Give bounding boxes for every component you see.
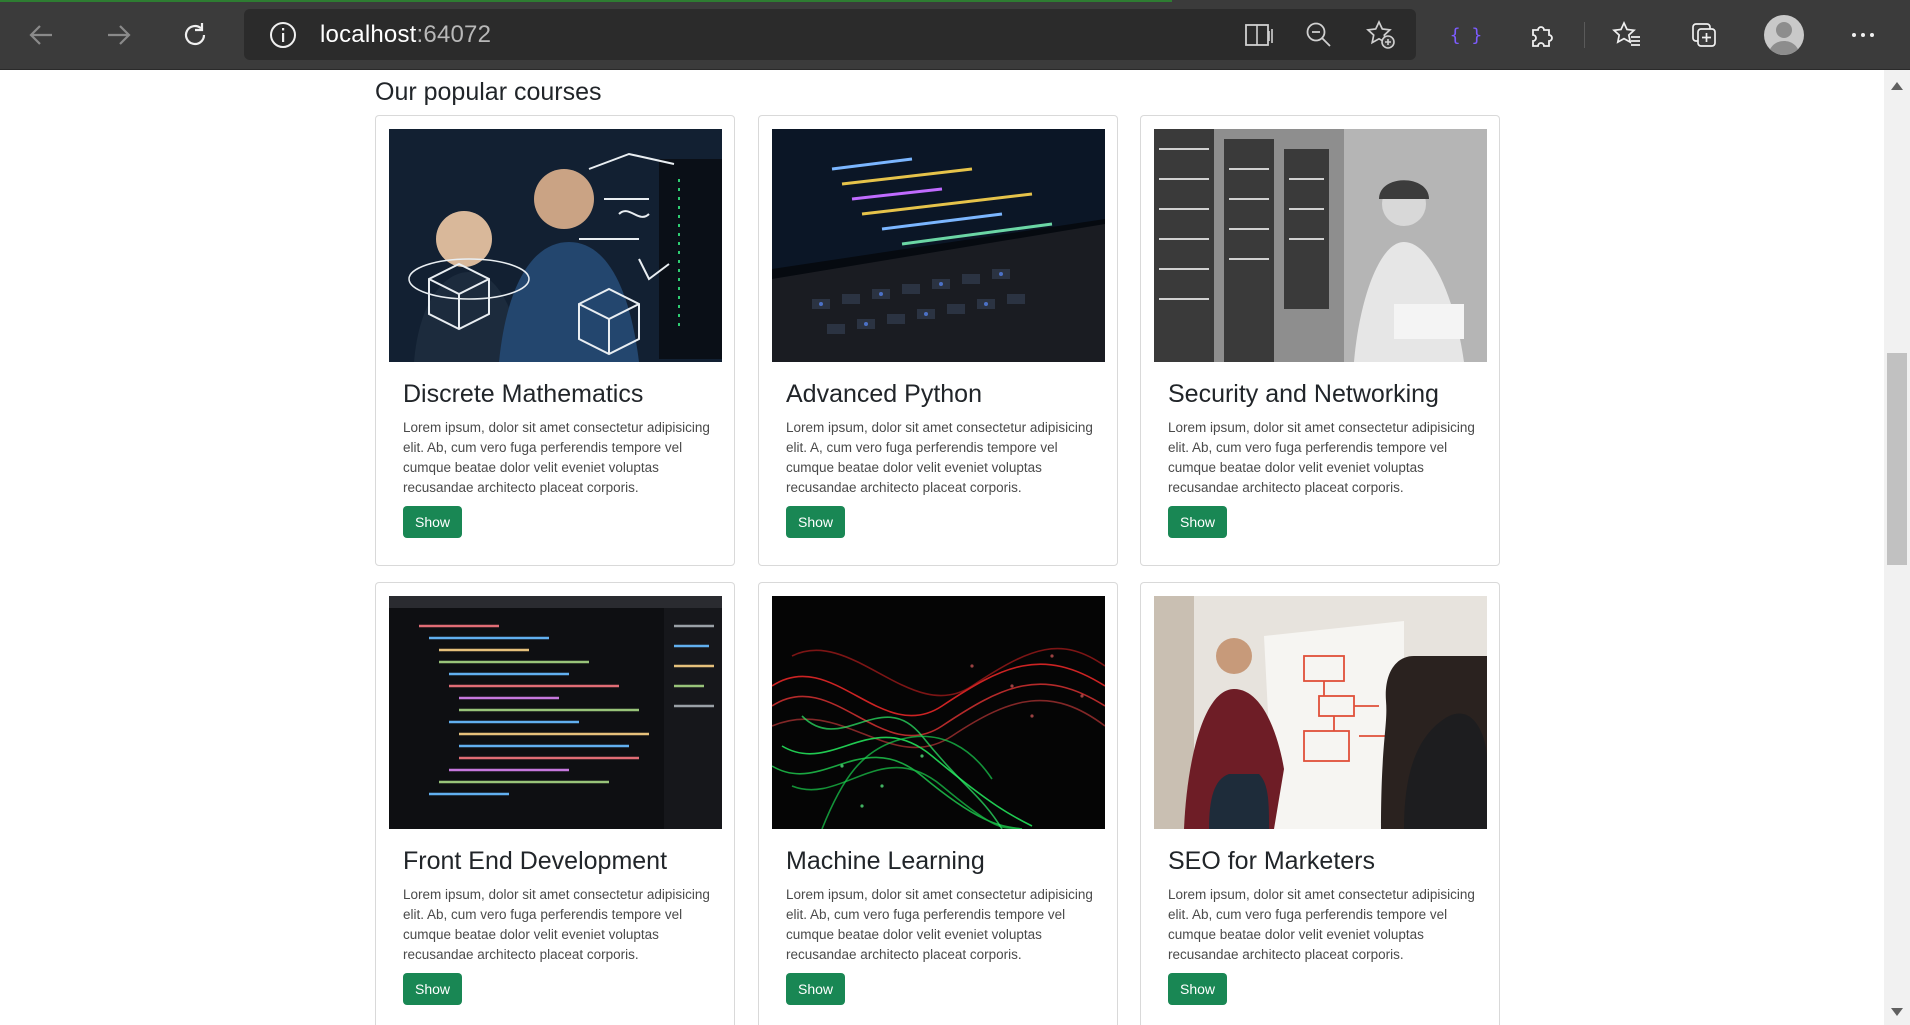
braces-extension-icon[interactable]: { } [1443,14,1489,56]
course-image-seo-marketers [1154,596,1487,829]
reload-icon[interactable] [174,14,216,56]
url-port: :64072 [416,21,492,48]
page-viewport: Our popular courses Discrete Mathematics… [0,70,1884,1025]
forward-arrow-icon[interactable] [98,14,140,56]
course-description: Lorem ipsum, dolor sit amet consectetur … [786,420,1093,495]
puzzle-icon[interactable] [1519,14,1565,56]
read-aloud-icon[interactable] [1238,14,1280,56]
course-title: Discrete Mathematics [403,380,644,408]
course-image-security-networking [1154,129,1487,362]
course-title: Advanced Python [786,380,982,408]
course-card: Front End Development Lorem ipsum, dolor… [375,582,735,1025]
url-host: localhost [320,21,417,48]
toolbar-separator [1584,22,1585,48]
show-course-button[interactable]: Show [1168,973,1228,1005]
show-course-button[interactable]: Show [1168,506,1228,538]
course-card: Security and Networking Lorem ipsum, dol… [1140,115,1500,566]
profile-avatar[interactable] [1764,15,1804,55]
add-favorite-icon[interactable] [1360,14,1402,56]
course-card: Machine Learning Lorem ipsum, dolor sit … [758,582,1118,1025]
collections-icon[interactable] [1681,14,1727,56]
show-course-button[interactable]: Show [403,506,463,538]
browser-toolbar: localhost:64072 { } [0,0,1910,70]
back-arrow-icon[interactable] [20,14,62,56]
zoom-out-icon[interactable] [1298,14,1340,56]
course-image-front-end [389,596,722,829]
section-title: Our popular courses [375,78,602,106]
url-text[interactable]: localhost:64072 [320,21,491,49]
course-title: SEO for Marketers [1168,847,1375,875]
course-card: Discrete Mathematics Lorem ipsum, dolor … [375,115,735,566]
vertical-scrollbar[interactable] [1884,70,1910,1025]
scroll-thumb[interactable] [1887,353,1907,565]
course-image-machine-learning [772,596,1105,829]
course-description: Lorem ipsum, dolor sit amet consectetur … [1168,887,1475,962]
show-course-button[interactable]: Show [786,506,846,538]
scroll-up-arrow[interactable] [1891,82,1903,90]
page-load-progress [0,0,1172,2]
more-menu-icon[interactable] [1840,14,1886,56]
course-title: Front End Development [403,847,668,875]
scroll-down-arrow[interactable] [1891,1008,1903,1016]
favorites-star-icon[interactable] [1604,14,1650,56]
course-title: Security and Networking [1168,380,1439,408]
course-description: Lorem ipsum, dolor sit amet consectetur … [403,420,710,495]
show-course-button[interactable]: Show [403,973,463,1005]
course-description: Lorem ipsum, dolor sit amet consectetur … [1168,420,1475,495]
show-course-button[interactable]: Show [786,973,846,1005]
course-image-advanced-python [772,129,1105,362]
course-image-discrete-math [389,129,722,362]
svg-text:{ }: { } [1451,25,1481,46]
info-icon[interactable] [262,14,304,56]
course-title: Machine Learning [786,847,985,875]
course-description: Lorem ipsum, dolor sit amet consectetur … [786,887,1093,962]
course-card: Advanced Python Lorem ipsum, dolor sit a… [758,115,1118,566]
course-description: Lorem ipsum, dolor sit amet consectetur … [403,887,710,962]
course-card: SEO for Marketers Lorem ipsum, dolor sit… [1140,582,1500,1025]
